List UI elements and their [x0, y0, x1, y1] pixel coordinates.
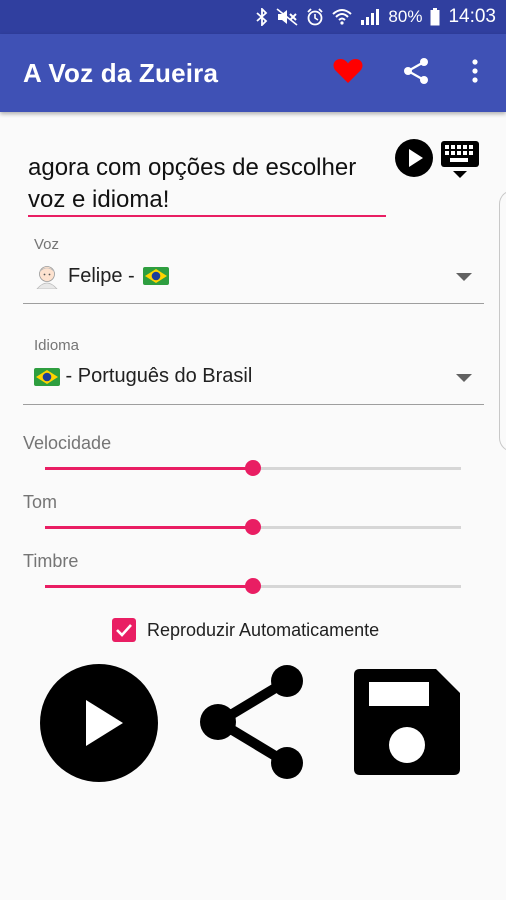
language-spinner-underline	[23, 404, 484, 405]
keyboard-button[interactable]	[440, 140, 480, 180]
side-panel-handle[interactable]	[499, 190, 506, 452]
mute-icon	[276, 8, 298, 26]
save-icon	[354, 669, 460, 775]
autoplay-checkbox[interactable]	[112, 618, 136, 642]
voice-spinner[interactable]: Felipe -	[34, 263, 169, 290]
autoplay-label: Reproduzir Automaticamente	[147, 620, 380, 640]
timbre-slider-thumb[interactable]	[245, 578, 261, 594]
voice-label: Voz	[34, 236, 60, 253]
preview-play-button[interactable]	[395, 139, 433, 177]
signal-icon	[360, 8, 380, 26]
timbre-slider[interactable]	[45, 578, 461, 594]
language-spinner[interactable]: - Português do Brasil	[34, 365, 252, 388]
language-dropdown-arrow-icon	[456, 374, 472, 382]
brazil-flag-icon	[142, 267, 169, 285]
pitch-slider[interactable]	[45, 519, 461, 535]
favorite-button[interactable]	[331, 58, 365, 88]
language-label: Idioma	[34, 337, 80, 354]
heart-icon	[333, 58, 363, 89]
share-icon	[402, 57, 430, 90]
speech-text-input[interactable]: agora com opções de escolher voz e idiom…	[28, 152, 386, 216]
battery-percent: 80%	[388, 7, 423, 26]
checkmark-icon	[116, 624, 132, 637]
input-underline	[28, 215, 386, 217]
pitch-slider-thumb[interactable]	[245, 519, 261, 535]
status-bar: 80% 14:03	[0, 0, 506, 34]
app-title: A Voz da Zueira	[23, 58, 219, 88]
voice-value: Felipe -	[68, 264, 135, 287]
app-bar: A Voz da Zueira	[0, 34, 506, 112]
text-line-1: agora com opções de escolher	[28, 154, 357, 181]
save-button[interactable]	[354, 669, 460, 775]
brazil-flag-icon	[34, 367, 60, 386]
timbre-slider-fill	[45, 585, 253, 588]
bluetooth-icon	[256, 8, 268, 26]
more-vert-icon	[472, 58, 478, 88]
voice-spinner-underline	[23, 303, 484, 304]
text-line-2: voz e idioma!	[28, 186, 170, 213]
alarm-icon	[306, 8, 324, 26]
speed-slider-fill	[45, 467, 253, 470]
language-value: - Português do Brasil	[60, 365, 253, 387]
share-toolbar-button[interactable]	[399, 57, 433, 90]
speed-slider-thumb[interactable]	[245, 460, 261, 476]
share-icon	[200, 665, 303, 779]
avatar-icon	[34, 263, 60, 290]
speed-slider[interactable]	[45, 460, 461, 476]
battery-icon	[430, 8, 440, 26]
voice-dropdown-arrow-icon	[456, 273, 472, 281]
play-button[interactable]	[40, 664, 158, 782]
share-button[interactable]	[199, 664, 307, 780]
status-icons: 80% 14:03	[256, 0, 496, 34]
overflow-menu-button[interactable]	[458, 58, 492, 88]
speed-label: Velocidade	[23, 433, 112, 453]
pitch-label: Tom	[23, 492, 58, 512]
wifi-icon	[332, 8, 353, 26]
keyboard-icon	[441, 141, 479, 178]
timbre-label: Timbre	[23, 551, 79, 571]
play-icon	[395, 139, 433, 177]
clock: 14:03	[448, 6, 496, 27]
play-icon	[40, 664, 158, 782]
pitch-slider-fill	[45, 526, 253, 529]
